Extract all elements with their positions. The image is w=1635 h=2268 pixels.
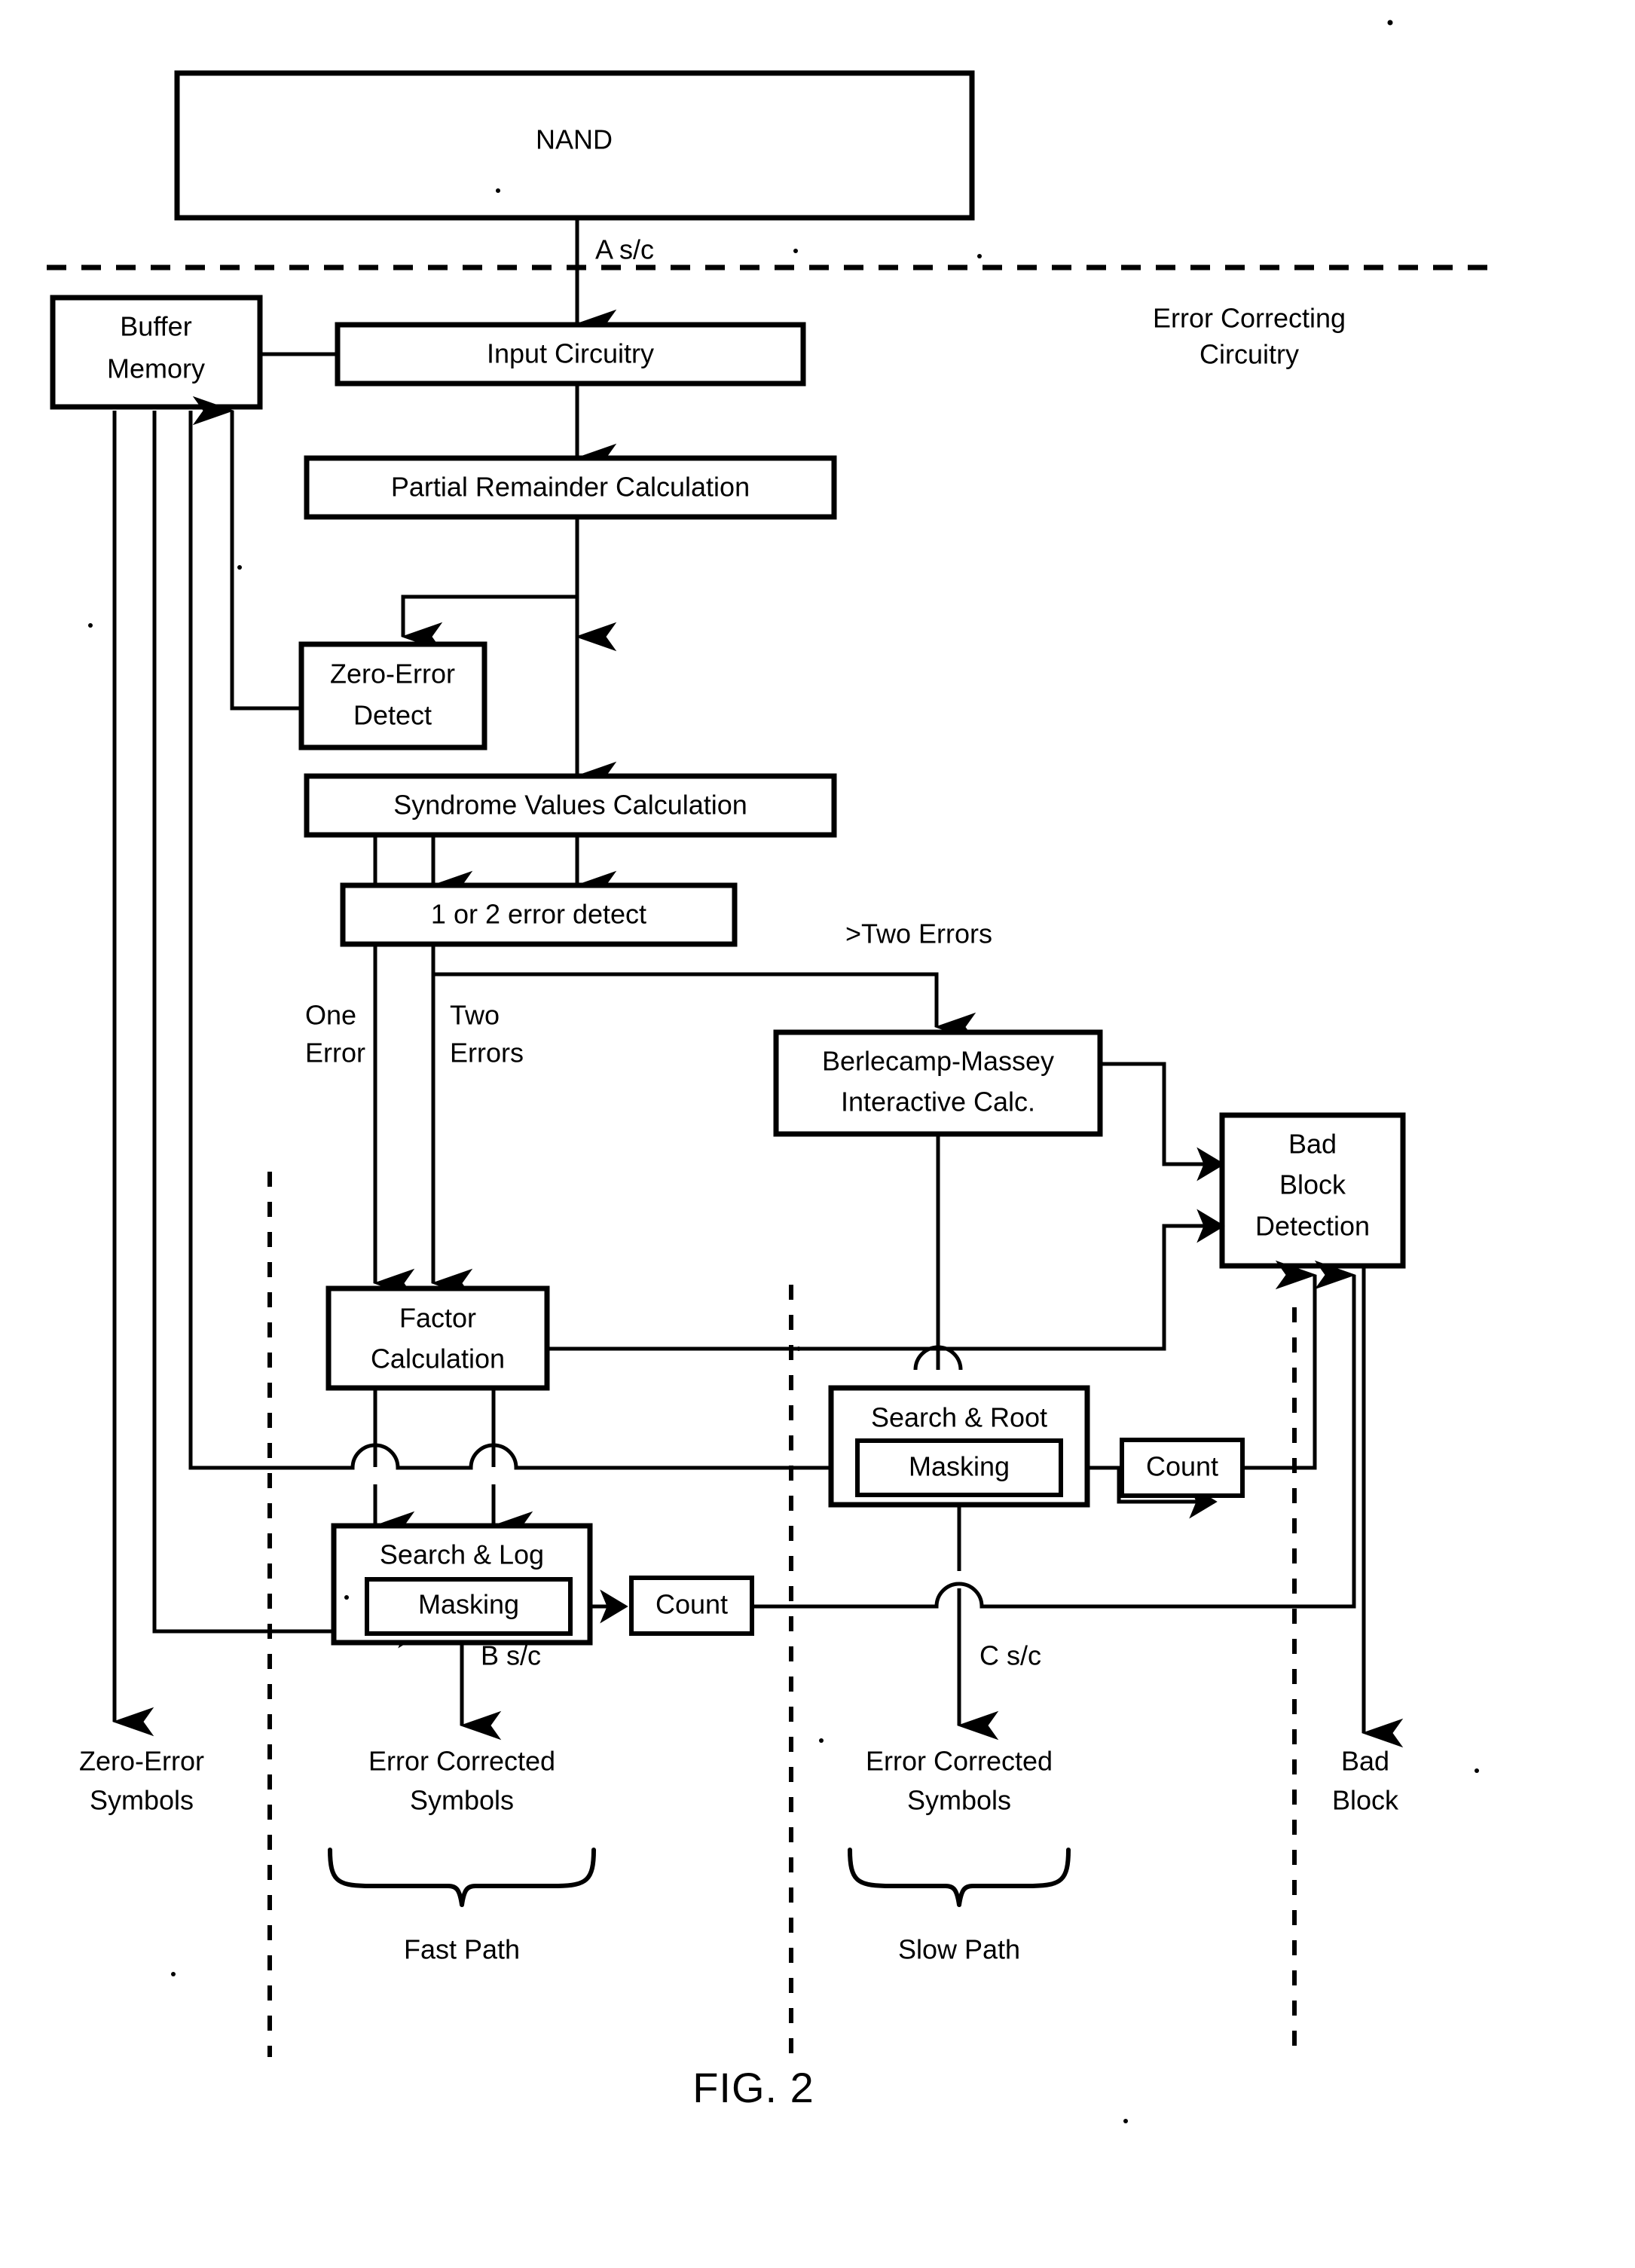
block-partial-remainder-calculation: Partial Remainder Calculation: [304, 455, 837, 520]
svg-text:Zero-Error: Zero-Error: [330, 659, 455, 689]
figure-caption: FIG. 2: [692, 2064, 814, 2111]
block-count-fast: Count: [629, 1576, 754, 1636]
scan-speck: [88, 623, 93, 628]
scan-speck: [793, 249, 798, 253]
svg-text:Partial Remainder Calculation: Partial Remainder Calculation: [391, 472, 750, 503]
svg-text:Block: Block: [1332, 1785, 1399, 1816]
svg-text:Count: Count: [656, 1589, 728, 1620]
svg-text:Count: Count: [1146, 1451, 1218, 1482]
svg-text:Masking: Masking: [418, 1589, 519, 1620]
svg-text:Block: Block: [1279, 1169, 1346, 1200]
block-diagram-canvas: NAND A s/c Error Correcting Circuitry Bu…: [0, 0, 1635, 2268]
svg-text:Error Correcting: Error Correcting: [1153, 303, 1346, 334]
scan-speck: [1475, 1768, 1479, 1773]
svg-text:Circuitry: Circuitry: [1200, 339, 1299, 370]
block-input-circuitry: Input Circuitry: [335, 322, 806, 387]
svg-text:Search & Log: Search & Log: [380, 1539, 544, 1570]
block-count-slow: Count: [1120, 1438, 1245, 1498]
svg-text:Symbols: Symbols: [90, 1785, 194, 1816]
block-syndrome-values-calculation: Syndrome Values Calculation: [304, 773, 837, 838]
svg-text:Calculation: Calculation: [371, 1343, 505, 1374]
block-nand-label: NAND: [536, 124, 613, 155]
svg-text:Berlecamp-Massey: Berlecamp-Massey: [822, 1046, 1054, 1077]
scan-speck: [171, 1972, 176, 1976]
svg-text:Masking: Masking: [909, 1451, 1010, 1482]
svg-text:Factor: Factor: [399, 1303, 476, 1334]
edge-label-b-sc: B s/c: [481, 1640, 541, 1671]
svg-text:Buffer: Buffer: [120, 311, 191, 342]
label-slow-path: Slow Path: [898, 1934, 1020, 1965]
edge-label-more-than-two-errors: >Two Errors: [845, 919, 992, 949]
block-search-and-root: Search & Root Masking: [828, 1385, 1090, 1508]
svg-text:Two: Two: [450, 1000, 500, 1031]
svg-text:Detection: Detection: [1255, 1211, 1370, 1242]
svg-text:Interactive Calc.: Interactive Calc.: [841, 1087, 1035, 1117]
block-search-and-log: Search & Log Masking: [331, 1523, 593, 1646]
block-buffer-memory: Buffer Memory: [50, 295, 263, 410]
edge-label-a-sc: A s/c: [595, 234, 654, 265]
block-factor-calculation: Factor Calculation: [325, 1285, 550, 1391]
scan-speck: [977, 254, 982, 258]
block-nand: NAND: [174, 70, 975, 221]
svg-text:Error Corrected: Error Corrected: [866, 1746, 1053, 1777]
svg-text:Zero-Error: Zero-Error: [79, 1746, 204, 1777]
svg-text:Detect: Detect: [353, 700, 432, 731]
svg-text:Bad: Bad: [1288, 1129, 1337, 1160]
scan-speck: [796, 1346, 801, 1351]
scan-speck: [496, 188, 500, 193]
block-zero-error-detect: Zero-Error Detect: [298, 641, 487, 750]
label-fast-path: Fast Path: [404, 1934, 520, 1965]
scan-speck: [1123, 2119, 1128, 2123]
scan-speck: [819, 1738, 824, 1743]
scan-speck: [1387, 20, 1393, 26]
svg-text:1 or 2 error detect: 1 or 2 error detect: [431, 899, 646, 930]
svg-text:Bad: Bad: [1341, 1746, 1389, 1777]
edge-label-c-sc: C s/c: [979, 1640, 1041, 1671]
svg-text:Input Circuitry: Input Circuitry: [487, 338, 654, 369]
svg-text:Error Corrected: Error Corrected: [368, 1746, 555, 1777]
svg-text:Symbols: Symbols: [907, 1785, 1011, 1816]
block-bad-block-detection: Bad Block Detection: [1219, 1112, 1406, 1269]
block-berlecamp-massey: Berlecamp-Massey Interactive Calc.: [773, 1029, 1103, 1137]
svg-text:Error: Error: [305, 1038, 365, 1068]
patent-figure: NAND A s/c Error Correcting Circuitry Bu…: [0, 0, 1635, 2268]
svg-text:Errors: Errors: [450, 1038, 524, 1068]
scan-speck: [237, 565, 242, 570]
block-1-or-2-error-detect: 1 or 2 error detect: [340, 882, 738, 947]
svg-text:One: One: [305, 1000, 356, 1031]
svg-text:Search & Root: Search & Root: [871, 1402, 1047, 1433]
scan-speck: [344, 1595, 349, 1600]
svg-text:Memory: Memory: [107, 353, 205, 384]
svg-text:Symbols: Symbols: [410, 1785, 514, 1816]
svg-text:Syndrome Values Calculation: Syndrome Values Calculation: [393, 790, 747, 821]
